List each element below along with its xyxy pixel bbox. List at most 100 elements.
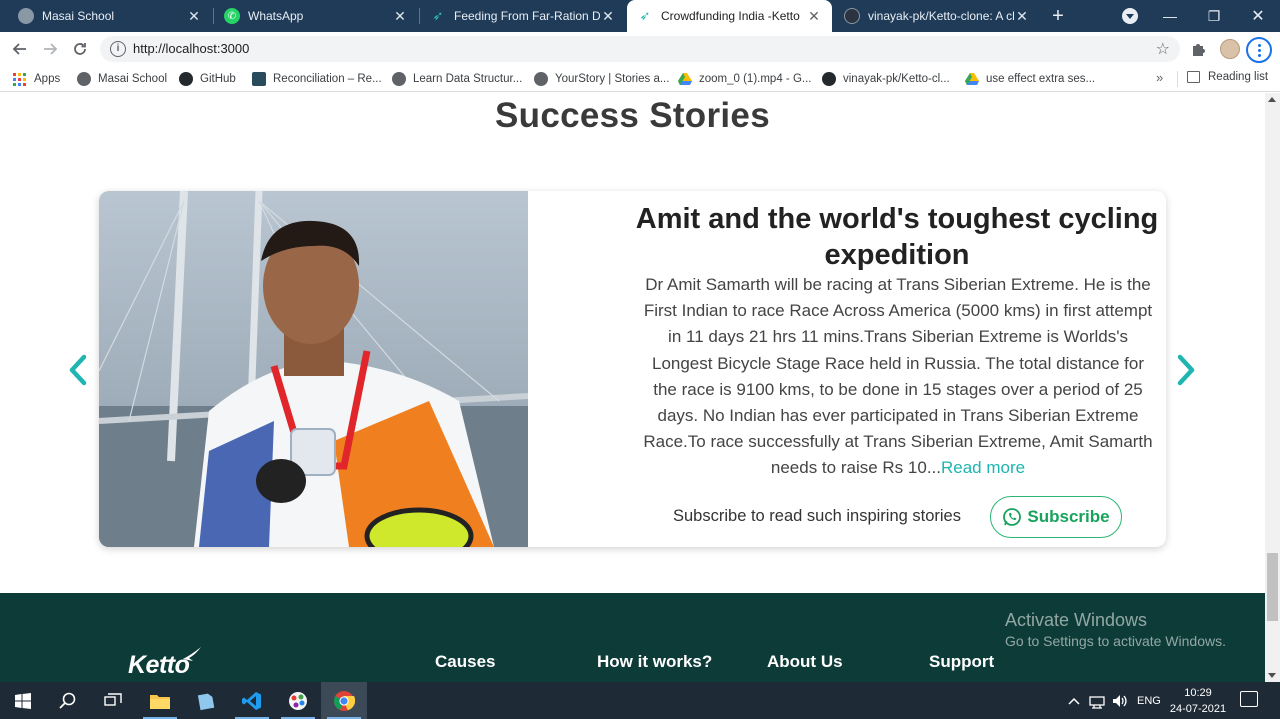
globe-icon [534,72,548,86]
page-scrollbar[interactable] [1265,93,1280,682]
task-view-button[interactable] [90,682,136,719]
extensions-puzzle-icon[interactable] [1190,40,1208,58]
close-icon[interactable]: ✕ [806,8,822,25]
bookmark-apps[interactable]: Apps [13,71,60,87]
subscribe-button-label: Subscribe [1027,507,1110,526]
bookmark-ketto-clone-repo[interactable]: vinayak-pk/Ketto-cl... [822,71,950,87]
search-icon [59,692,76,709]
address-bar[interactable]: i http://localhost:3000 ☆ [100,36,1180,62]
maximize-button[interactable]: ❐ [1192,0,1236,32]
forward-button[interactable] [38,37,62,61]
paint-icon [289,691,307,710]
google-drive-icon [678,73,692,85]
tab-crowdfunding-india-ketto[interactable]: ➶ Crowdfunding India -Ketto ✕ [627,0,832,32]
footer-link-about-us[interactable]: About Us [767,652,843,672]
read-more-link[interactable]: Read more [941,458,1025,477]
carousel-prev-button[interactable] [66,353,90,387]
file-explorer-app[interactable] [137,682,183,719]
minimize-button[interactable]: — [1148,0,1192,32]
subscribe-prompt: Subscribe to read such inspiring stories [673,507,961,525]
reload-icon [74,43,86,55]
bookmark-zoom-recording[interactable]: zoom_0 (1).mp4 - G... [678,71,811,87]
footer-link-support[interactable]: Support [929,652,994,672]
github-icon [822,72,836,86]
tab-search-icon[interactable] [1122,8,1138,24]
scroll-up-arrow-icon[interactable] [1268,97,1276,102]
subscribe-button[interactable]: Subscribe [990,496,1122,538]
network-icon [1089,695,1105,709]
action-center-icon[interactable] [1240,691,1258,707]
url-text[interactable]: http://localhost:3000 [133,41,249,56]
apps-grid-icon [13,72,26,86]
close-icon[interactable]: ✕ [1014,8,1030,25]
tab-whatsapp[interactable]: ✆ WhatsApp ✕ [214,0,418,32]
bookmarks-bar: Apps Masai School GitHub Reconciliation … [0,66,1280,92]
globe-icon [18,8,34,24]
ketto-icon: ➶ [432,8,444,23]
search-button[interactable] [45,682,91,719]
chrome-app[interactable] [321,682,367,719]
browser-menu-button[interactable] [1246,37,1272,63]
volume-button[interactable] [1111,682,1129,719]
bookmark-learn-data-structures[interactable]: Learn Data Structur... [392,71,522,87]
bookmark-reconciliation[interactable]: Reconciliation – Re... [252,71,382,87]
profile-avatar[interactable] [1220,39,1240,59]
activate-windows-title: Activate Windows [1005,610,1148,630]
close-icon[interactable]: ✕ [392,8,408,25]
network-button[interactable] [1088,682,1106,719]
bookmark-label: use effect extra ses... [986,73,1096,85]
notepad-icon [197,693,215,710]
close-icon[interactable]: ✕ [186,8,202,25]
bookmark-label: zoom_0 (1).mp4 - G... [699,73,812,85]
show-hidden-icons-button[interactable] [1068,682,1080,719]
task-view-icon [104,692,122,706]
google-drive-icon [965,73,979,85]
scrollbar-thumb[interactable] [1267,553,1278,621]
github-icon [844,8,860,24]
vscode-app[interactable] [229,682,275,719]
bookmark-label: vinayak-pk/Ketto-cl... [843,73,950,85]
reading-list-icon [1187,71,1200,83]
close-icon[interactable]: ✕ [600,8,616,25]
reload-button[interactable] [68,37,92,61]
carousel-next-button[interactable] [1174,353,1198,387]
input-language-indicator[interactable]: ENG [1137,682,1161,719]
notepad-app[interactable] [183,682,229,719]
color-app[interactable] [275,682,321,719]
window-close-button[interactable]: ✕ [1236,0,1280,32]
back-button[interactable] [8,37,32,61]
start-button[interactable] [0,682,46,719]
bookmark-masai-school[interactable]: Masai School [77,71,167,87]
more-bookmarks-button[interactable]: » [1156,70,1163,85]
bookmark-yourstory[interactable]: YourStory | Stories a... [534,71,669,87]
chevron-left-icon [69,354,87,386]
story-image [99,191,528,547]
taskbar-clock[interactable]: 10:29 24-07-2021 [1166,685,1230,717]
github-icon [179,72,193,86]
scroll-down-arrow-icon[interactable] [1268,673,1276,678]
clock-date: 24-07-2021 [1169,703,1227,715]
whatsapp-icon [1003,508,1022,526]
story-title: Amit and the world's toughest cycling ex… [635,203,1159,271]
globe-icon [392,72,406,86]
windows-logo-icon [15,692,31,709]
bookmark-star-icon[interactable]: ☆ [1156,39,1170,59]
tab-title: vinayak-pk/Ketto-clone: A clo [868,9,1014,23]
reading-list-label: Reading list [1208,71,1269,83]
footer-link-causes[interactable]: Causes [435,652,495,672]
bookmark-label: Reconciliation – Re... [273,73,382,85]
new-tab-button[interactable]: + [1046,0,1070,32]
tab-feeding-from-far[interactable]: ➶ Feeding From Far-Ration Dist ✕ [420,0,626,32]
footer-link-how-it-works[interactable]: How it works? [597,652,712,672]
page-viewport: Success Stories Amit and the world's tou… [0,93,1265,682]
site-footer: Ketto Causes How it works? About Us Supp… [0,593,1265,682]
tab-masai-school[interactable]: Masai School ✕ [8,0,212,32]
bookmark-use-effect[interactable]: use effect extra ses... [965,71,1095,87]
tab-github-ketto-clone[interactable]: vinayak-pk/Ketto-clone: A clo ✕ [834,0,1040,32]
app-icon [252,72,266,86]
reading-list-button[interactable]: Reading list [1187,71,1268,83]
tab-title: Crowdfunding India -Ketto [661,9,800,23]
bookmark-github[interactable]: GitHub [179,71,236,87]
site-info-icon[interactable]: i [110,41,126,57]
chevron-right-icon [1177,354,1195,386]
